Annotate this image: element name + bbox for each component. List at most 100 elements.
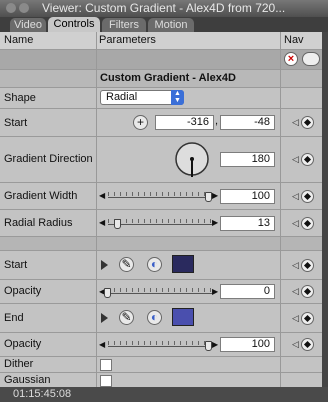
- keyframe-prev-icon[interactable]: ◁: [292, 154, 299, 165]
- slider-right-arrow-icon[interactable]: ▶: [212, 191, 218, 200]
- slider-right-arrow-icon[interactable]: ▶: [212, 287, 218, 296]
- nav-buttons-row: ×: [0, 50, 322, 70]
- opacity1-label: Opacity: [4, 285, 42, 297]
- controls-panel: Name Parameters Nav × Custom Gradient - …: [0, 32, 322, 387]
- keyframe-prev-icon[interactable]: ◁: [292, 260, 299, 271]
- radial-radius-label: Radial Radius: [4, 217, 73, 229]
- slider-right-arrow-icon[interactable]: ▶: [212, 340, 218, 349]
- gradient-width-field[interactable]: 100: [220, 189, 275, 204]
- opacity1-row: Opacity ◀ ▶ 0 ◁: [0, 280, 322, 304]
- keyframe-button[interactable]: [301, 116, 314, 129]
- shape-row: Shape Radial ▲ ▼: [0, 88, 322, 109]
- parameters-column-header: Parameters: [99, 34, 156, 46]
- gaussian-checkbox[interactable]: [100, 375, 112, 387]
- shape-popup[interactable]: Radial ▲ ▼: [100, 90, 184, 105]
- radial-radius-thumb[interactable]: [114, 219, 121, 229]
- slider-left-arrow-icon[interactable]: ◀: [99, 191, 105, 200]
- slider-left-arrow-icon[interactable]: ◀: [99, 218, 105, 227]
- eyedropper-icon[interactable]: ✎: [119, 310, 134, 325]
- gradient-direction-row: Gradient Direction 180 ◁: [0, 137, 322, 183]
- shape-label: Shape: [4, 92, 36, 104]
- disclosure-triangle-icon[interactable]: [101, 313, 108, 323]
- filter-title-row: Custom Gradient - Alex4D: [0, 70, 322, 88]
- keyframe-prev-icon[interactable]: ◁: [292, 191, 299, 202]
- opacity2-slider[interactable]: [108, 346, 212, 348]
- radial-radius-slider[interactable]: [108, 224, 212, 226]
- start-point-row: Start + -316 , -48 ◁: [0, 109, 322, 137]
- tab-controls[interactable]: Controls: [48, 17, 100, 32]
- keyframe-button[interactable]: [301, 259, 314, 272]
- crosshair-icon[interactable]: +: [133, 115, 148, 130]
- keyframe-button[interactable]: [301, 312, 314, 325]
- start-y-field[interactable]: -48: [220, 115, 275, 130]
- angle-dial[interactable]: [174, 141, 210, 177]
- start-color-row: Start ✎ ◐ ◁: [0, 251, 322, 280]
- column-divider: [96, 32, 97, 387]
- opacity2-thumb[interactable]: [205, 341, 212, 351]
- keyframe-button[interactable]: [301, 153, 314, 166]
- start-x-field[interactable]: -316: [155, 115, 214, 130]
- tab-motion[interactable]: Motion: [148, 18, 194, 32]
- coord-separator: ,: [215, 115, 219, 127]
- gradient-direction-label: Gradient Direction: [4, 153, 93, 165]
- dither-checkbox[interactable]: [100, 359, 112, 371]
- dither-label: Dither: [4, 358, 34, 370]
- opacity2-label: Opacity: [4, 338, 42, 350]
- keyframe-button[interactable]: [301, 217, 314, 230]
- end-color-label: End: [4, 312, 24, 324]
- keyframe-prev-icon[interactable]: ◁: [292, 313, 299, 324]
- gaussian-label: Gaussian: [4, 374, 51, 386]
- opacity1-thumb[interactable]: [104, 288, 111, 298]
- opacity1-slider[interactable]: [108, 293, 212, 295]
- radial-radius-field[interactable]: 13: [220, 216, 275, 231]
- close-window-icon[interactable]: [6, 3, 16, 13]
- column-divider: [280, 32, 281, 387]
- gradient-width-thumb[interactable]: [205, 192, 212, 202]
- opacity2-field[interactable]: 100: [220, 337, 275, 352]
- shape-value: Radial: [106, 91, 138, 103]
- filter-name: Custom Gradient - Alex4D: [100, 72, 236, 84]
- color-wheel-icon[interactable]: ◐: [147, 310, 162, 325]
- keyframe-prev-icon[interactable]: ◁: [292, 286, 299, 297]
- slider-ticks: [108, 288, 212, 292]
- start-point-label: Start: [4, 117, 28, 129]
- end-color-row: End ✎ ◐ ◁: [0, 304, 322, 333]
- tab-video[interactable]: Video: [10, 18, 46, 32]
- start-color-label: Start: [4, 259, 28, 271]
- opacity1-field[interactable]: 0: [220, 284, 275, 299]
- end-color-swatch[interactable]: [172, 308, 194, 326]
- timecode-display[interactable]: 01:15:45:08: [13, 387, 71, 402]
- status-bar: 01:15:45:08: [0, 387, 328, 402]
- window-title: Viewer: Custom Gradient - Alex4D from 72…: [42, 1, 286, 15]
- disclosure-triangle-icon[interactable]: [101, 260, 108, 270]
- color-wheel-icon[interactable]: ◐: [147, 257, 162, 272]
- scrollbar[interactable]: [322, 32, 328, 387]
- gradient-direction-field[interactable]: 180: [220, 152, 275, 167]
- keyframe-prev-icon[interactable]: ◁: [292, 339, 299, 350]
- opacity2-row: Opacity ◀ ▶ 100 ◁: [0, 333, 322, 357]
- title-bar: Viewer: Custom Gradient - Alex4D from 72…: [0, 0, 328, 17]
- keyframe-prev-icon[interactable]: ◁: [292, 117, 299, 128]
- gradient-width-slider[interactable]: [108, 197, 212, 199]
- keyframe-button[interactable]: [301, 190, 314, 203]
- nav-menu-icon[interactable]: [302, 52, 320, 66]
- name-column-header: Name: [4, 34, 34, 46]
- slider-ticks: [108, 192, 212, 196]
- tab-bar: Video Controls Filters Motion: [0, 17, 328, 32]
- eyedropper-icon[interactable]: ✎: [119, 257, 134, 272]
- minimize-window-icon[interactable]: [19, 3, 29, 13]
- slider-right-arrow-icon[interactable]: ▶: [212, 218, 218, 227]
- tab-filters[interactable]: Filters: [102, 18, 146, 32]
- slider-left-arrow-icon[interactable]: ◀: [99, 340, 105, 349]
- column-header: Name Parameters Nav: [0, 32, 322, 50]
- gradient-width-label: Gradient Width: [4, 190, 78, 202]
- reset-icon[interactable]: ×: [284, 52, 298, 66]
- start-color-swatch[interactable]: [172, 255, 194, 273]
- radial-radius-row: Radial Radius ◀ ▶ 13 ◁: [0, 210, 322, 237]
- keyframe-button[interactable]: [301, 285, 314, 298]
- gradient-width-row: Gradient Width ◀ ▶ 100 ◁: [0, 183, 322, 210]
- slider-ticks: [108, 341, 212, 345]
- dither-row: Dither: [0, 357, 322, 373]
- keyframe-button[interactable]: [301, 338, 314, 351]
- keyframe-prev-icon[interactable]: ◁: [292, 218, 299, 229]
